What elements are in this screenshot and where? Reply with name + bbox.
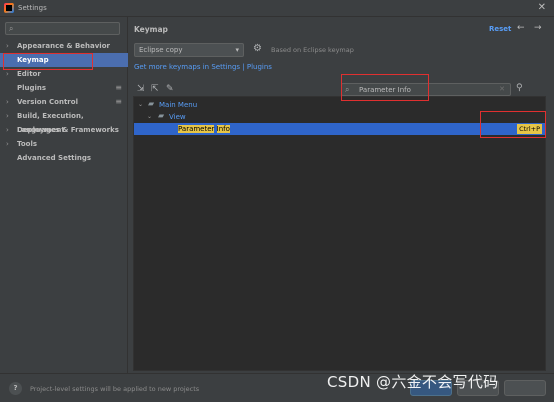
- window-title: Settings: [18, 4, 47, 12]
- sidebar-item-label: Tools: [17, 140, 38, 148]
- chevron-right-icon: ›: [6, 98, 9, 106]
- chevron-down-icon: ▾: [235, 46, 239, 54]
- sidebar-item-label: Editor: [17, 70, 41, 78]
- collapse-all-icon[interactable]: ⇱: [151, 84, 159, 94]
- sidebar-item-appearance-behavior[interactable]: › Appearance & Behavior: [0, 39, 128, 53]
- apply-button[interactable]: [504, 380, 546, 396]
- chevron-right-icon: ›: [6, 112, 9, 120]
- close-icon[interactable]: ✕: [538, 2, 546, 13]
- sidebar-item-plugins[interactable]: Plugins ≡: [0, 81, 128, 95]
- tree-label-view: View: [169, 113, 186, 121]
- tree-label-parameter-info: Parameter Info: [178, 125, 230, 133]
- gear-icon[interactable]: ⚙: [253, 43, 262, 54]
- settings-nav: › Appearance & Behavior Keymap › Editor …: [0, 39, 128, 165]
- title-bar: Settings ✕: [0, 0, 554, 17]
- sidebar-item-build-execution-deployment[interactable]: › Build, Execution, Deployment: [0, 109, 128, 134]
- help-button[interactable]: ?: [9, 382, 22, 395]
- reset-link[interactable]: Reset: [489, 25, 511, 33]
- sidebar-item-keymap[interactable]: Keymap: [0, 53, 128, 67]
- keymap-select-value: Eclipse copy: [139, 46, 183, 54]
- list-icon: ≡: [115, 83, 122, 92]
- folder-icon: ▰: [148, 99, 155, 108]
- sidebar-item-label: Keymap: [17, 56, 49, 64]
- sidebar-item-languages-frameworks[interactable]: › Languages & Frameworks: [0, 123, 128, 137]
- shortcut-badge: Ctrl+P: [517, 124, 542, 134]
- find-by-shortcut-icon[interactable]: ⚲: [516, 83, 523, 93]
- chevron-right-icon: ›: [6, 42, 9, 50]
- tree-row-parameter-info[interactable]: Parameter Info Ctrl+P: [134, 123, 545, 135]
- folder-icon: ▰: [158, 111, 165, 120]
- keymap-select[interactable]: Eclipse copy ▾: [134, 43, 244, 57]
- sidebar-item-advanced-settings[interactable]: Advanced Settings: [0, 151, 128, 165]
- footer-note: Project-level settings will be applied t…: [30, 385, 200, 393]
- sidebar-item-label: Version Control: [17, 98, 78, 106]
- tree-row-main-menu[interactable]: ⌄ ▰ Main Menu: [134, 99, 545, 111]
- tree-label-main-menu: Main Menu: [159, 101, 198, 109]
- chevron-right-icon: ›: [6, 126, 9, 134]
- tree-row-view[interactable]: ⌄ ▰ View: [134, 111, 545, 123]
- action-filter-value: Parameter Info: [359, 86, 411, 94]
- watermark: CSDN @六金不会写代码: [327, 373, 499, 391]
- edit-shortcut-icon[interactable]: ✎: [166, 84, 174, 94]
- based-on-label: Based on Eclipse keymap: [271, 46, 354, 54]
- page-title: Keymap: [134, 25, 168, 34]
- sidebar-item-label: Advanced Settings: [17, 154, 92, 162]
- intellij-logo-icon: [4, 3, 14, 13]
- sidebar-item-label: Languages & Frameworks: [17, 126, 119, 134]
- settings-search-input[interactable]: ⌕: [5, 22, 120, 35]
- sidebar-item-label: Appearance & Behavior: [17, 42, 110, 50]
- expand-icon[interactable]: ⌄: [147, 111, 152, 123]
- chevron-right-icon: ›: [6, 70, 9, 78]
- clear-icon[interactable]: ✕: [499, 85, 505, 93]
- keymap-action-tree: ⌄ ▰ Main Menu ⌄ ▰ View Parameter Info Ct…: [133, 96, 546, 371]
- back-arrow-icon[interactable]: ←: [517, 23, 525, 33]
- sidebar-item-label: Plugins: [17, 84, 47, 92]
- sidebar-item-editor[interactable]: › Editor: [0, 67, 128, 81]
- more-keymaps-link[interactable]: Get more keymaps in Settings | Plugins: [134, 63, 272, 71]
- search-icon: ⌕: [9, 24, 14, 33]
- action-filter-input[interactable]: ⌕ Parameter Info ✕: [341, 83, 511, 96]
- sidebar-item-version-control[interactable]: › Version Control ≡: [0, 95, 128, 109]
- expand-all-icon[interactable]: ⇲: [137, 84, 145, 94]
- expand-icon[interactable]: ⌄: [138, 99, 143, 111]
- keymap-panel: Keymap Reset ← → Eclipse copy ▾ ⚙ Based …: [129, 17, 554, 373]
- search-icon: ⌕: [345, 85, 350, 94]
- sidebar-item-tools[interactable]: › Tools: [0, 137, 128, 151]
- settings-sidebar: ⌕ › Appearance & Behavior Keymap › Edito…: [0, 17, 128, 373]
- chevron-right-icon: ›: [6, 140, 9, 148]
- list-icon: ≡: [115, 97, 122, 106]
- forward-arrow-icon[interactable]: →: [534, 23, 542, 33]
